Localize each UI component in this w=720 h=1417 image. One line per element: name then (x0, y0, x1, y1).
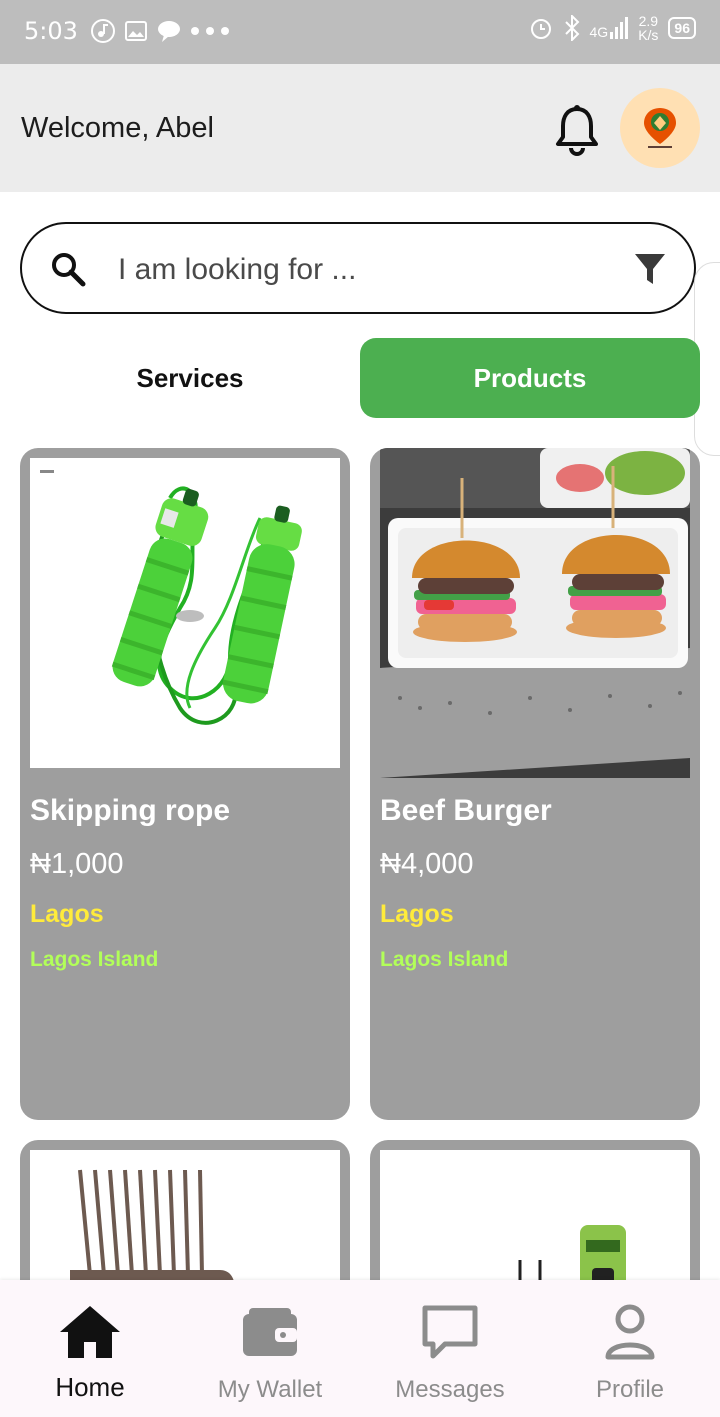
product-card[interactable]: Beef Burger ₦4,000 Lagos Lagos Island (370, 448, 700, 1120)
battery-icon: 96 (668, 17, 696, 39)
product-card[interactable]: Skipping rope ₦1,000 Lagos Lagos Island (20, 448, 350, 1120)
wallet-icon (243, 1308, 297, 1356)
signal-icon: 4G (590, 17, 629, 39)
logo-icon (644, 108, 676, 148)
message-icon (422, 1305, 478, 1359)
product-price: ₦4,000 (380, 848, 474, 880)
search-icon (52, 253, 86, 287)
product-name: Beef Burger (380, 794, 552, 827)
more-dots-icon (191, 27, 229, 35)
search-input[interactable] (116, 246, 600, 294)
product-state: Lagos (30, 900, 104, 928)
home-icon (60, 1306, 120, 1358)
filter-icon[interactable] (634, 252, 666, 286)
notification-icons (90, 18, 230, 44)
music-icon (91, 19, 115, 43)
network-speed: 2.9 K/s (638, 13, 659, 43)
product-area: Lagos Island (30, 948, 159, 971)
search-bar (20, 222, 696, 314)
network-type: 4G (589, 24, 609, 40)
tab-services[interactable]: Services (20, 338, 360, 418)
person-icon (605, 1304, 655, 1360)
product-name: Skipping rope (30, 794, 231, 827)
status-bar: 5:03 4G 2.9 K/s 96 (0, 0, 720, 64)
bluetooth-icon (564, 15, 579, 41)
nav-my-wallet[interactable]: My Wallet (180, 1280, 360, 1417)
product-image-skipping-rope (30, 458, 340, 768)
product-price: ₦1,000 (30, 848, 124, 880)
alarm-icon (530, 19, 551, 39)
bell-icon[interactable] (552, 104, 602, 156)
system-icons: 4G 2.9 K/s 96 (528, 13, 696, 43)
nav-messages[interactable]: Messages (360, 1280, 540, 1417)
product-image-beef-burger (380, 448, 690, 778)
product-area: Lagos Island (380, 948, 509, 971)
avatar[interactable] (620, 88, 700, 168)
tab-products[interactable]: Products (360, 338, 700, 418)
product-state: Lagos (380, 900, 454, 928)
welcome-text: Welcome, Abel (21, 112, 214, 144)
chat-bubble-icon (158, 21, 180, 42)
nav-profile[interactable]: Profile (540, 1280, 720, 1417)
app-header: Welcome, Abel (0, 64, 720, 192)
image-icon (125, 21, 147, 41)
nav-home[interactable]: Home (0, 1280, 180, 1417)
status-time: 5:03 (24, 17, 78, 45)
bottom-navigation: Home My Wallet Messages Profile (0, 1280, 720, 1417)
